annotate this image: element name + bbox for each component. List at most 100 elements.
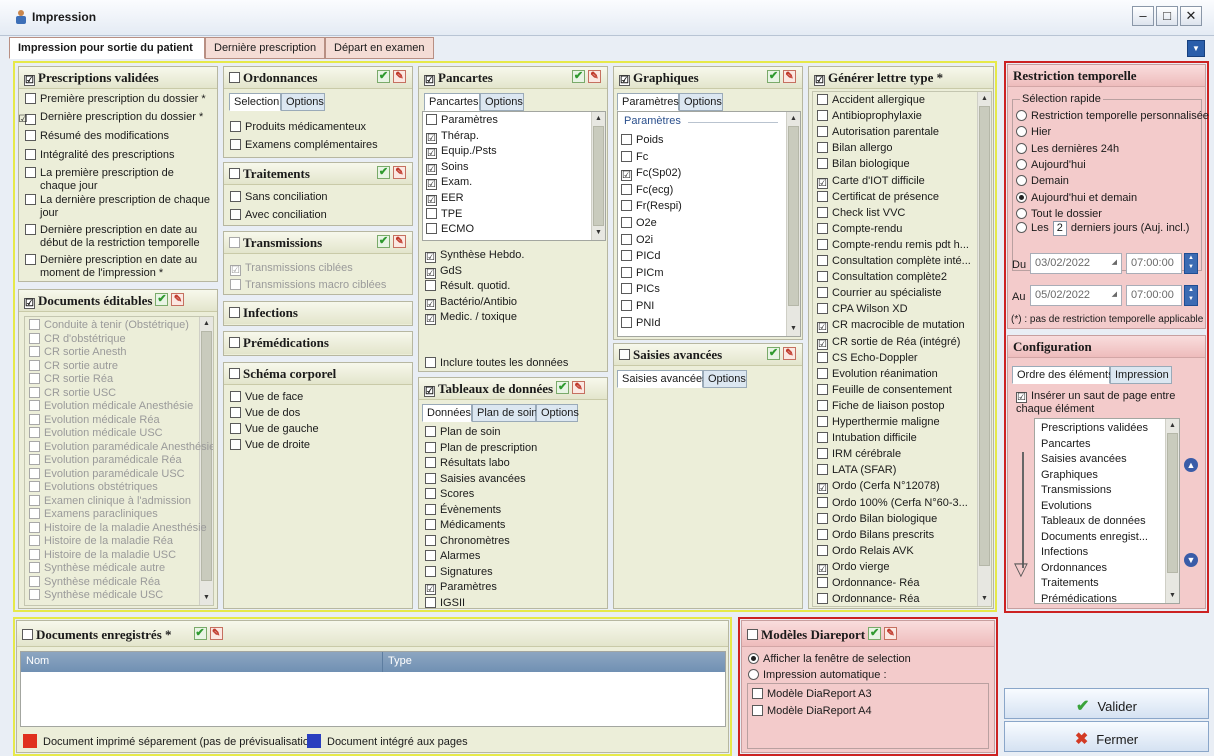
pencil-icon[interactable]: ✎ xyxy=(209,627,223,640)
lettre-item[interactable]: ☑ Ordo vierge xyxy=(817,561,889,575)
configuration-tab-impression[interactable]: Impression xyxy=(1110,366,1172,384)
tableau-item[interactable]: Alarmes xyxy=(425,550,480,563)
pancartes-checkbox[interactable]: ☑ xyxy=(424,75,435,86)
schema-item[interactable]: Vue de dos xyxy=(230,407,300,420)
tableau-item[interactable]: IGSII xyxy=(425,596,465,610)
checkbox[interactable] xyxy=(621,233,632,245)
graphiques-checkbox[interactable]: ☑ xyxy=(619,75,630,86)
order-list[interactable]: ▲ ▼ Prescriptions validées Pancartes Saisie… xyxy=(1034,418,1180,604)
checkbox[interactable] xyxy=(25,167,36,178)
order-item[interactable]: Graphiques xyxy=(1041,469,1098,482)
order-item[interactable]: Evolutions xyxy=(1041,500,1092,513)
graphique-item[interactable]: PICd xyxy=(621,250,660,263)
document-editable-item[interactable]: Evolution paramédicale Réa xyxy=(29,454,182,467)
lettre-item[interactable]: Ordonnance- Réa xyxy=(817,577,919,590)
schema-item[interactable]: Vue de face xyxy=(230,391,303,404)
tabs-dropdown-button[interactable]: ▼ xyxy=(1187,40,1205,57)
checkbox[interactable]: ☑ xyxy=(426,179,437,191)
lettre-item[interactable]: LATA (SFAR) xyxy=(817,464,896,477)
checkbox[interactable] xyxy=(621,217,632,228)
pencil-icon[interactable]: ✎ xyxy=(884,627,898,640)
du-time-spinner[interactable]: ▲ ▼ xyxy=(1184,253,1198,274)
du-time-input[interactable]: 07:00:00 xyxy=(1126,253,1182,274)
tableaux-tab-donnees[interactable]: Données xyxy=(422,404,472,422)
checkbox[interactable] xyxy=(29,508,40,519)
checkbox[interactable] xyxy=(817,94,828,105)
checkbox[interactable] xyxy=(817,238,828,250)
ordonnances-item[interactable]: Produits médicamenteux xyxy=(230,121,366,134)
tab-derniere-prescription[interactable]: Dernière prescription xyxy=(205,37,325,59)
pencil-icon[interactable]: ✎ xyxy=(588,70,601,83)
checkbox[interactable] xyxy=(29,332,40,344)
lettre-item[interactable]: Courrier au spécialiste xyxy=(817,287,941,300)
schema-checkbox[interactable] xyxy=(229,368,240,379)
lettre-item[interactable]: ☑ Ordo (Cerfa N°12078) xyxy=(817,480,940,495)
checkbox[interactable] xyxy=(29,400,40,411)
checkbox[interactable]: ☑ xyxy=(19,114,36,125)
pancarte-item[interactable]: TPE xyxy=(426,207,462,221)
checkbox[interactable]: ☑ xyxy=(425,314,436,326)
graphique-item[interactable]: Poids xyxy=(621,134,664,147)
checkbox[interactable] xyxy=(426,223,437,235)
checkmark-icon[interactable]: ✔ xyxy=(572,70,585,83)
checkbox[interactable] xyxy=(817,367,828,379)
order-item[interactable]: Tableaux de données xyxy=(1041,515,1146,528)
checkbox[interactable] xyxy=(817,496,828,508)
document-editable-item[interactable]: Synthèse médicale USC xyxy=(29,589,163,602)
checkbox[interactable] xyxy=(817,222,828,234)
checkbox[interactable] xyxy=(817,351,828,363)
pencil-icon[interactable]: ✎ xyxy=(393,166,406,179)
lettre-item[interactable]: ☑ CR sortie de Réa (intégré) xyxy=(817,336,960,350)
checkbox[interactable] xyxy=(817,303,828,315)
radio[interactable] xyxy=(1016,175,1027,187)
restriction-option[interactable]: Demain xyxy=(1016,175,1069,188)
checkbox[interactable] xyxy=(621,250,632,262)
prescription-item[interactable]: Première prescription du dossier * xyxy=(25,93,213,106)
fermer-button[interactable]: ✖ Fermer xyxy=(1004,721,1209,752)
ordonnances-checkbox[interactable] xyxy=(229,72,240,83)
maximize-button[interactable]: □ xyxy=(1156,6,1178,26)
lettre-item[interactable]: Bilan biologique xyxy=(817,158,910,171)
lettre-item[interactable]: Consultation complète2 xyxy=(817,271,947,284)
ordonnances-tab-selection[interactable]: Selection xyxy=(229,93,281,111)
move-down-icon[interactable]: ▼ xyxy=(1184,553,1198,567)
lettre-item[interactable]: Feuille de consentement xyxy=(817,383,952,397)
checkmark-icon[interactable]: ✔ xyxy=(377,70,390,83)
pancarte-item[interactable]: ☑ Equip./Psts xyxy=(426,145,497,160)
checkbox[interactable] xyxy=(817,255,828,266)
schema-item[interactable]: Vue de droite xyxy=(230,439,310,452)
lettre-item[interactable]: Certificat de présence xyxy=(817,190,939,204)
document-editable-item[interactable]: Synthèse médicale autre xyxy=(29,562,165,575)
lettre-item[interactable]: Ordo Bilans prescrits xyxy=(817,528,934,542)
document-editable-item[interactable]: Evolution paramédicale Anesthésie xyxy=(29,440,213,454)
checkbox[interactable]: ☑ xyxy=(426,163,437,175)
checkbox[interactable] xyxy=(425,472,436,484)
tableau-item[interactable]: Plan de prescription xyxy=(425,441,537,455)
lettre-item[interactable]: ☑ Carte d'IOT difficile xyxy=(817,175,925,189)
lettre-checkbox[interactable]: ☑ xyxy=(814,75,825,86)
diareport-model[interactable]: Modèle DiaReport A4 xyxy=(752,705,872,718)
configuration-tab-ordre[interactable]: Ordre des éléments xyxy=(1012,366,1114,384)
order-item[interactable]: Infections xyxy=(1041,546,1088,559)
checkbox[interactable] xyxy=(29,589,40,600)
checkbox[interactable] xyxy=(817,528,828,540)
infections-checkbox[interactable] xyxy=(229,307,240,318)
diareport-option-selection[interactable]: Afficher la fenêtre de selection xyxy=(748,653,911,666)
order-item[interactable]: Traitements xyxy=(1041,577,1099,590)
radio[interactable] xyxy=(1016,110,1027,121)
checkbox[interactable]: ☑ xyxy=(817,563,828,575)
checkbox[interactable] xyxy=(621,134,632,145)
document-editable-item[interactable]: Histoire de la maladie Anesthésie xyxy=(29,521,207,535)
checkbox[interactable] xyxy=(817,287,828,299)
prescription-item[interactable]: Dernière prescription en date au moment … xyxy=(25,254,213,280)
document-editable-item[interactable]: Histoire de la maladie Réa xyxy=(29,535,173,548)
documents-editables-scrollbar[interactable]: ▲ ▼ xyxy=(199,317,213,605)
ordonnances-tab-options[interactable]: Options xyxy=(281,93,325,111)
document-editable-item[interactable]: CR sortie USC xyxy=(29,386,116,400)
graphiques-tab-options[interactable]: Options xyxy=(679,93,723,111)
radio[interactable] xyxy=(1016,126,1027,138)
prescription-item[interactable]: Intégralité des prescriptions xyxy=(25,149,213,162)
tableau-item[interactable]: Signatures xyxy=(425,565,493,579)
checkbox[interactable] xyxy=(621,200,632,212)
restriction-option[interactable]: Les dernières 24h xyxy=(1016,142,1119,156)
